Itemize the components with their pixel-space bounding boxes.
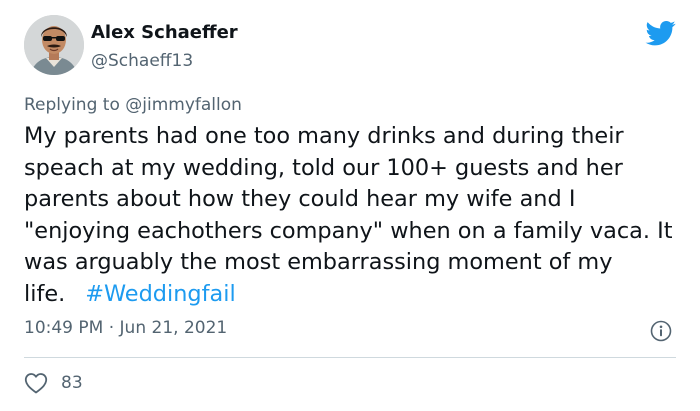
hashtag-link[interactable]: #Weddingfail bbox=[85, 281, 235, 307]
author-name[interactable]: Alex Schaeffer bbox=[91, 22, 238, 43]
tweet-time: 10:49 PM bbox=[24, 318, 104, 338]
reply-mention-link[interactable]: @jimmyfallon bbox=[125, 95, 242, 115]
info-icon[interactable] bbox=[650, 320, 672, 342]
tweet-card: Alex Schaeffer @Schaeff13 Replying to @j… bbox=[0, 0, 700, 411]
replying-to: Replying to @jimmyfallon bbox=[24, 95, 242, 115]
like-count: 83 bbox=[61, 373, 83, 393]
replying-to-label: Replying to bbox=[24, 95, 120, 115]
tweet-text: My parents had one too many drinks and d… bbox=[24, 121, 684, 310]
like-button[interactable]: 83 bbox=[24, 371, 83, 395]
avatar[interactable] bbox=[24, 15, 84, 75]
meta-separator: · bbox=[108, 318, 115, 338]
tweet-date: Jun 21, 2021 bbox=[119, 318, 228, 338]
tweet-body: My parents had one too many drinks and d… bbox=[24, 123, 673, 307]
divider bbox=[24, 357, 676, 358]
twitter-bird-icon[interactable] bbox=[645, 18, 677, 48]
avatar-image bbox=[24, 15, 84, 75]
author-handle[interactable]: @Schaeff13 bbox=[91, 51, 193, 71]
tweet-timestamp[interactable]: 10:49 PM · Jun 21, 2021 bbox=[24, 318, 227, 338]
heart-icon bbox=[24, 372, 48, 394]
